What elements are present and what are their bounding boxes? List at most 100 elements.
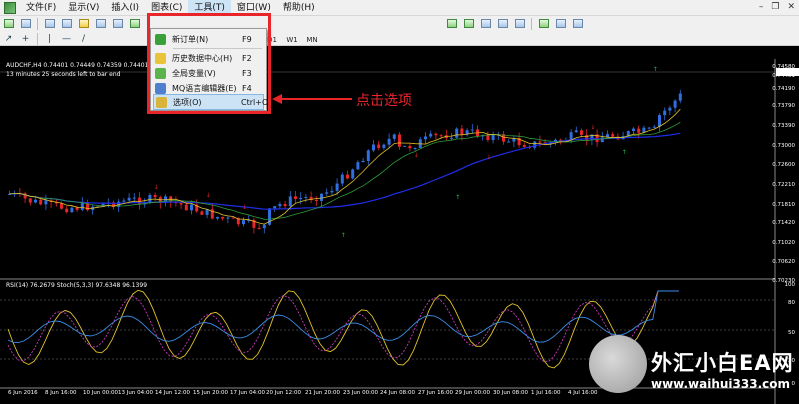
candle-body [538,141,542,143]
rsi-line [7,290,679,344]
candle-body [460,128,464,135]
candle-body [398,134,401,147]
new-chart-icon[interactable] [1,17,16,30]
crosshair-icon[interactable]: + [18,32,33,45]
time-label: 13 Jun 04:00 [118,390,153,396]
app-icon [4,1,16,14]
candle-body [346,174,349,179]
watermark-logo-icon [589,335,647,393]
periods-icon[interactable] [553,17,568,30]
menu-insert[interactable]: 插入(I) [105,0,145,16]
price-label: 0.72600 [772,162,795,168]
fractal-arrow: ↓ [154,184,159,191]
price-label: 0.73000 [772,143,795,149]
market-watch-icon[interactable] [42,17,57,30]
candle-body [80,202,84,210]
tile-windows-icon[interactable] [478,17,493,30]
candle-body [668,107,672,111]
candle-body [304,196,308,198]
new-order-icon[interactable] [127,17,142,30]
candle-body [377,144,381,148]
candle-body [132,197,136,199]
candle-body [340,174,344,184]
strategy-tester-icon[interactable] [110,17,125,30]
candle-body [335,183,339,191]
candle-body [70,207,74,213]
menu-view[interactable]: 显示(V) [62,0,105,16]
close-icon[interactable]: ✕ [787,2,795,12]
menu-file[interactable]: 文件(F) [20,0,62,16]
candle-body [673,100,677,108]
bar-timer: 13 minutes 25 seconds left to bar end [6,71,121,78]
candle-body [647,127,651,129]
time-label: 30 Jun 08:00 [493,390,528,396]
candle-body [148,194,152,203]
candle-body [28,198,32,203]
candle-body [387,138,391,145]
tools-menu-dropdown: 新订单(N) F9 历史数据中心(H) F2 全局变量(V) F3 MQ语言编辑… [150,28,268,111]
cursor-icon[interactable]: ↗ [1,32,16,45]
candle-body [533,141,537,148]
candle-body [65,208,69,213]
timeframe-mn[interactable]: MN [303,33,321,45]
candle-body [424,136,427,140]
candle-body [226,217,230,219]
candle-body [366,150,370,161]
candle-body [325,192,329,194]
menu-item-global-variables[interactable]: 全局变量(V) F3 [153,65,264,81]
templates-icon[interactable] [570,17,585,30]
time-label: 15 Jun 20:00 [193,390,228,396]
time-label: 24 Jun 08:00 [380,390,415,396]
candle-body [678,93,682,101]
chart-shift-icon[interactable] [495,17,510,30]
menu-charts[interactable]: 图表(C) [145,0,188,16]
terminal-icon[interactable] [93,17,108,30]
fractal-arrow: ↓ [206,192,211,199]
candle-body [450,137,453,139]
fractal-arrow: ↓ [242,204,247,211]
timeframe-w1[interactable]: W1 [283,33,301,45]
zoom-in-icon[interactable] [444,17,459,30]
menu-window[interactable]: 窗口(W) [231,0,277,16]
navigator-icon[interactable] [76,17,91,30]
candle-body [60,203,63,209]
candle-body [507,141,511,143]
menu-item-history-center[interactable]: 历史数据中心(H) F2 [153,50,264,66]
candle-body [522,145,526,147]
candle-body [34,199,37,203]
time-label: 8 Jun 16:00 [45,390,77,396]
menu-item-options[interactable]: 选项(O) Ctrl+O [153,94,268,110]
vertical-line-icon[interactable]: | [42,32,57,45]
candle-body [392,134,396,139]
candle-body [663,110,667,116]
candle-body [278,204,282,207]
menu-item-new-order[interactable]: 新订单(N) F9 [153,31,264,47]
candle-body [372,144,375,151]
price-label: 0.74190 [772,86,795,92]
data-window-icon[interactable] [59,17,74,30]
candle-body [470,129,474,131]
candle-body [600,137,604,143]
candle-body [611,134,615,137]
zoom-out-icon[interactable] [461,17,476,30]
candle-body [231,217,235,219]
time-label: 14 Jun 12:00 [155,390,190,396]
time-label: 1 Jul 16:00 [531,390,561,396]
menu-tools[interactable]: 工具(T) [188,0,231,16]
horizontal-line-icon[interactable]: — [59,32,74,45]
auto-scroll-icon[interactable] [512,17,527,30]
candle-body [242,220,245,225]
time-label: 17 Jun 04:00 [230,390,265,396]
menu-help[interactable]: 帮助(H) [277,0,321,16]
price-label: 0.71810 [772,202,795,208]
candle-body [491,134,495,141]
indicators-icon[interactable] [536,17,551,30]
minimize-icon[interactable]: – [759,2,764,12]
profiles-icon[interactable] [18,17,33,30]
restore-icon[interactable]: ❐ [771,2,779,12]
candle-body [75,207,79,210]
candle-body [262,224,266,229]
toolbar-row-standard [0,16,799,31]
indicator-label: 100 [784,282,796,288]
trendline-icon[interactable]: / [76,32,91,45]
